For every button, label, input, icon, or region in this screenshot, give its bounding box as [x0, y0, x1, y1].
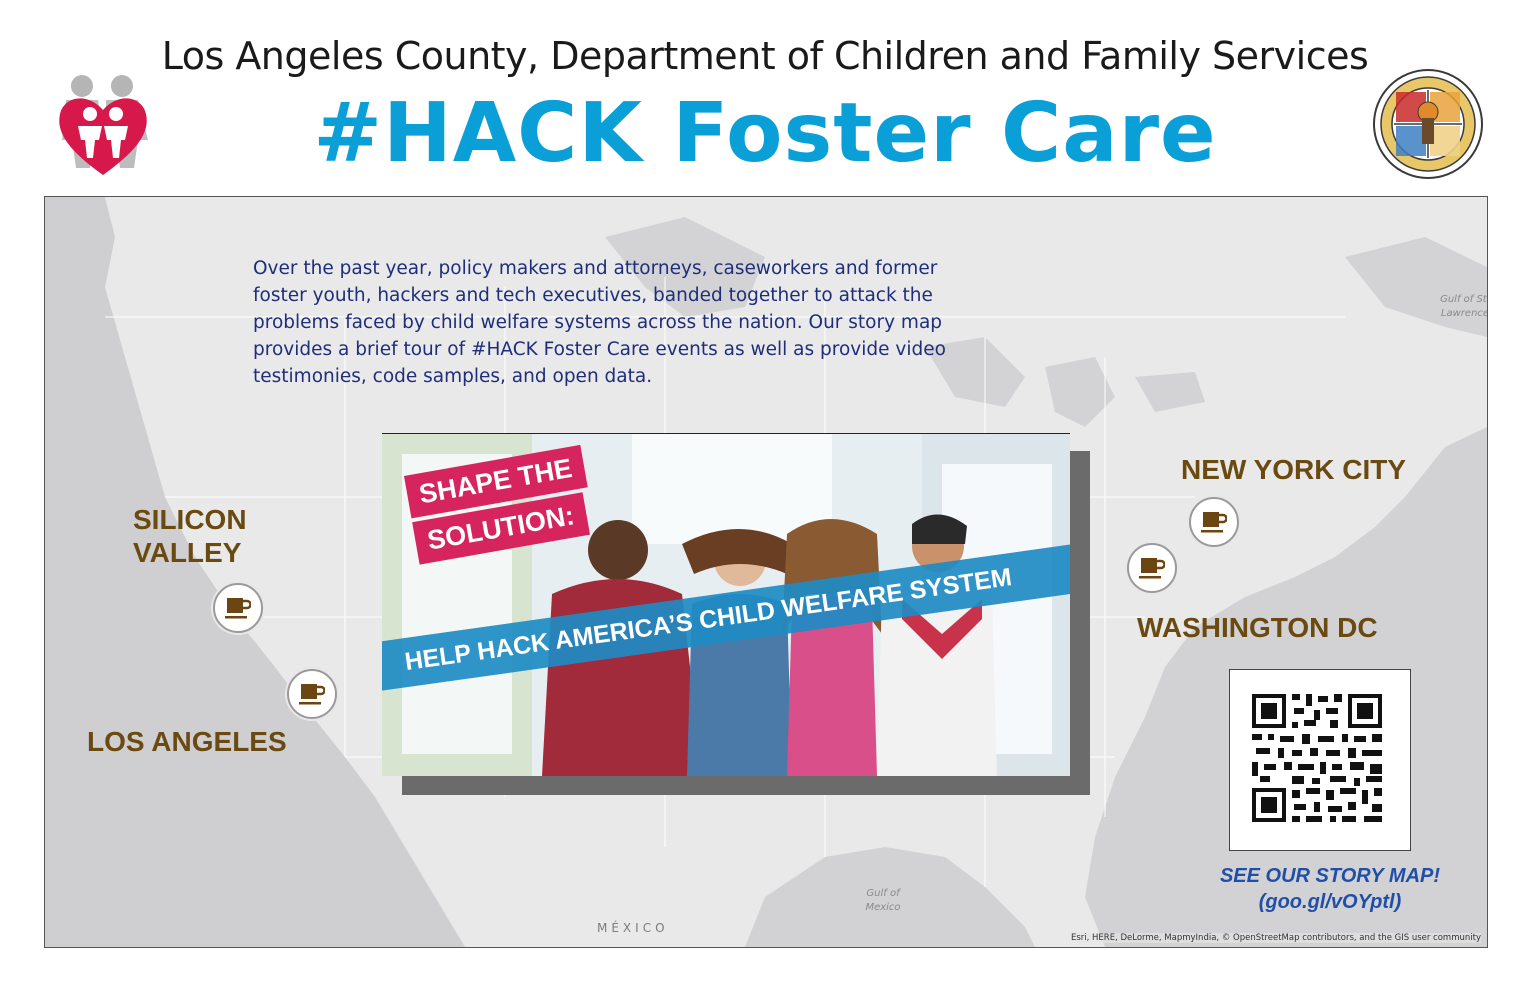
page-title: #HACK Foster Care — [313, 86, 1217, 181]
gulf-st-lawrence-label: Gulf of St. Lawrence — [1440, 294, 1488, 319]
washington-dc-marker[interactable] — [1127, 543, 1177, 593]
city-label-washington-dc: WASHINGTON DC — [1137, 612, 1378, 643]
gulf-mexico-label: Gulf of Mexico — [865, 888, 901, 913]
los-angeles-marker[interactable] — [287, 669, 337, 719]
mexico-label: MÉXICO — [597, 921, 669, 935]
coffee-cup-icon — [1139, 558, 1165, 579]
city-label-silicon-valley: SILICON VALLEY — [133, 503, 247, 569]
coffee-cup-icon — [225, 598, 251, 619]
story-map-url[interactable]: (goo.gl/vOYptl) — [1185, 889, 1475, 915]
coffee-cup-icon — [299, 684, 325, 705]
dcfs-logo — [48, 70, 158, 180]
city-label-los-angeles: LOS ANGELES — [87, 726, 287, 757]
organization-name: Los Angeles County, Department of Childr… — [161, 34, 1369, 78]
new-york-city-marker[interactable] — [1189, 497, 1239, 547]
map-attribution: Esri, HERE, DeLorme, MapmyIndia, © OpenS… — [1070, 933, 1481, 943]
silicon-valley-marker[interactable] — [213, 583, 263, 633]
silicon-valley-line-2: VALLEY — [133, 537, 242, 568]
silicon-valley-line-1: SILICON — [133, 504, 247, 535]
story-map-link[interactable]: SEE OUR STORY MAP! (goo.gl/vOYptl) — [1185, 863, 1475, 915]
coffee-cup-icon — [1201, 512, 1227, 533]
city-label-new-york-city: NEW YORK CITY — [1181, 454, 1407, 485]
story-map-qr-code[interactable] — [1229, 669, 1411, 851]
intro-text: Over the past year, policy makers and at… — [253, 258, 946, 387]
story-map-cta: SEE OUR STORY MAP! — [1219, 865, 1441, 887]
county-seal — [1372, 68, 1484, 180]
us-map[interactable]: Gulf of St. Lawrence Gulf of Mexico MÉXI… — [44, 196, 1488, 948]
promo-image[interactable]: SHAPE THE SOLUTION: HELP HACK AMERICA’S … — [382, 433, 1070, 776]
